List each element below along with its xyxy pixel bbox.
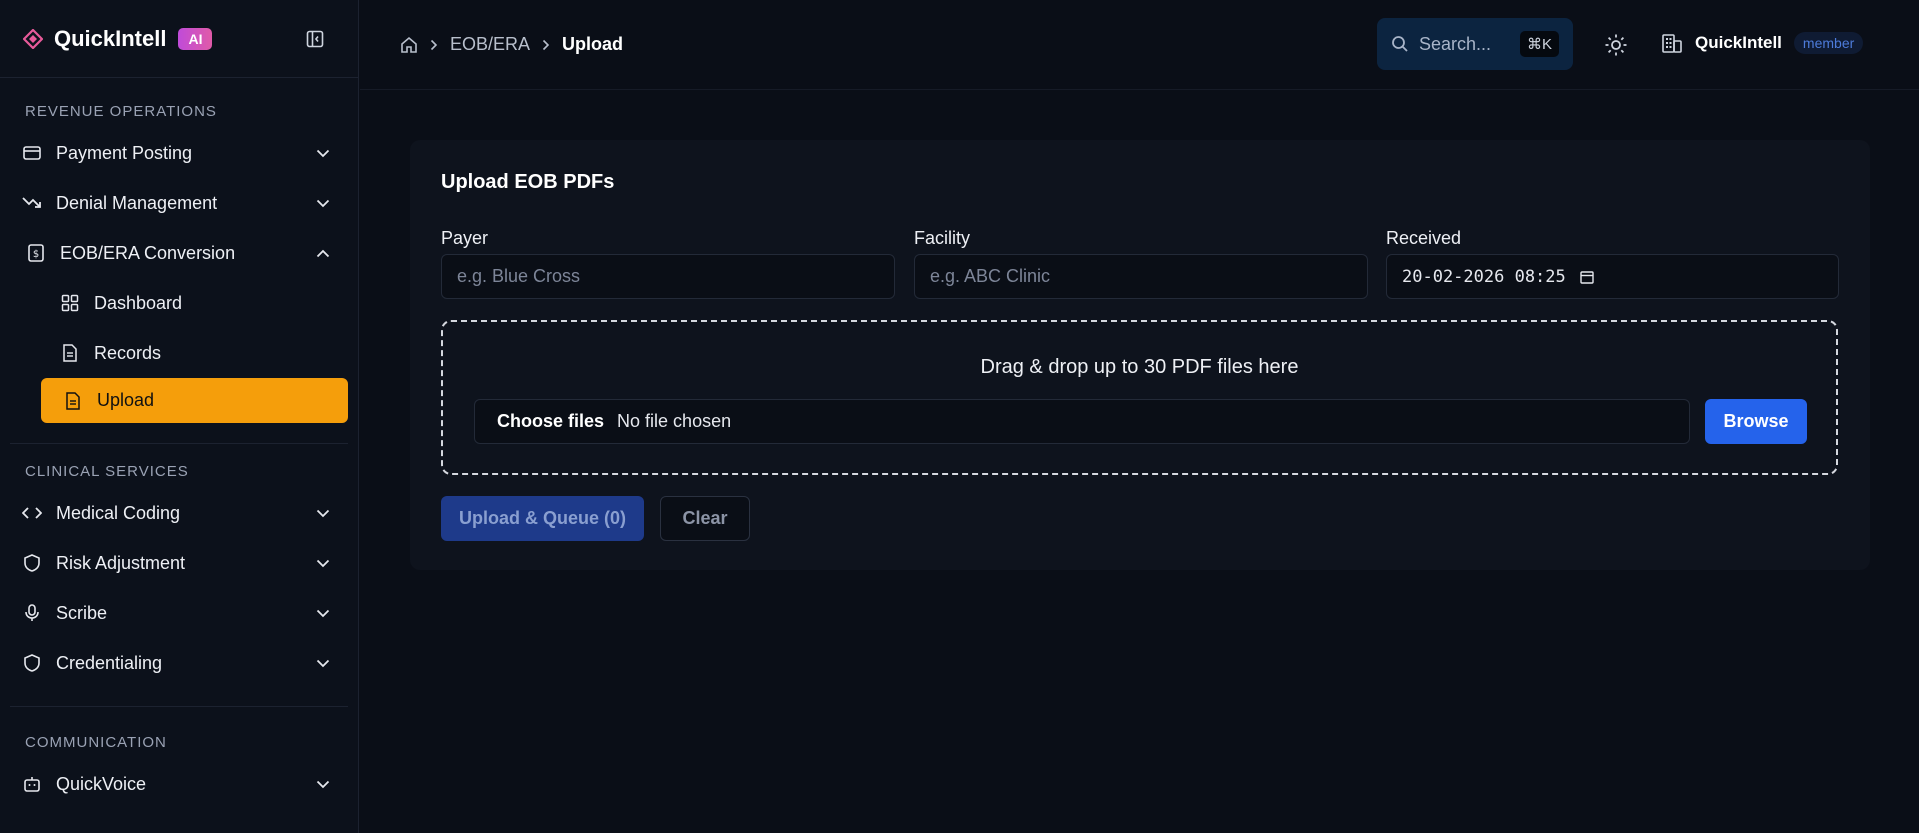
received-value: 20-02-2026 08:25 xyxy=(1402,266,1566,287)
chevron-right-icon xyxy=(430,39,438,51)
microphone-icon xyxy=(22,603,42,623)
facility-label: Facility xyxy=(914,228,971,248)
sidebar: QuickIntell AI REVENUE OPERATIONS Paymen… xyxy=(0,0,359,833)
sidebar-item-scribe[interactable]: Scribe xyxy=(0,588,358,638)
search-icon xyxy=(1391,35,1409,53)
shield-icon xyxy=(22,553,42,573)
received-label: Received xyxy=(1386,228,1462,248)
file-text-icon xyxy=(60,343,80,363)
sidebar-item-risk-adjustment[interactable]: Risk Adjustment xyxy=(0,538,358,588)
svg-text:$: $ xyxy=(33,249,39,260)
org-switcher[interactable]: QuickIntell member xyxy=(1661,32,1864,54)
chevron-down-icon xyxy=(314,654,332,672)
clear-button[interactable]: Clear xyxy=(660,496,750,541)
facility-input[interactable]: e.g. ABC Clinic xyxy=(914,254,1368,299)
section-title-clinical: CLINICAL SERVICES xyxy=(25,463,189,480)
breadcrumb: EOB/ERA Upload xyxy=(400,34,623,55)
sidebar-item-label: Scribe xyxy=(56,602,108,623)
sidebar-subitem-records[interactable]: Records xyxy=(0,328,358,378)
sidebar-item-label: QuickVoice xyxy=(56,773,147,794)
breadcrumb-current: Upload xyxy=(562,34,624,54)
top-bar: EOB/ERA Upload Search... ⌘K QuickIntell … xyxy=(360,0,1919,90)
sidebar-subitem-upload[interactable]: Upload xyxy=(41,378,348,423)
chevron-right-icon xyxy=(542,39,550,51)
choose-files-button[interactable]: Choose files xyxy=(497,411,604,432)
sidebar-subitem-label: Upload xyxy=(97,390,155,410)
building-icon xyxy=(1661,32,1683,54)
credit-card-icon xyxy=(22,143,42,163)
diamond-logo-icon xyxy=(22,28,44,50)
section-title-revenue: REVENUE OPERATIONS xyxy=(25,103,217,120)
sidebar-item-label: EOB/ERA Conversion xyxy=(60,242,236,263)
file-status: No file chosen xyxy=(617,411,732,431)
file-text-icon xyxy=(63,391,83,411)
sidebar-item-payment-posting[interactable]: Payment Posting xyxy=(0,128,358,178)
sidebar-item-medical-coding[interactable]: Medical Coding xyxy=(0,488,358,538)
sidebar-item-label: Medical Coding xyxy=(56,502,181,523)
payer-input[interactable]: e.g. Blue Cross xyxy=(441,254,895,299)
browse-button[interactable]: Browse xyxy=(1705,399,1807,444)
file-dropzone[interactable]: Drag & drop up to 30 PDF files here Choo… xyxy=(441,320,1838,475)
sidebar-item-quickvoice[interactable]: QuickVoice xyxy=(0,759,358,809)
sun-icon[interactable] xyxy=(1603,32,1629,58)
brand-name: QuickIntell xyxy=(54,25,167,51)
chevron-down-icon xyxy=(314,775,332,793)
chevron-down-icon xyxy=(314,504,332,522)
upload-card: Upload EOB PDFs Payer e.g. Blue Cross Fa… xyxy=(410,140,1870,570)
breadcrumb-link-eob-era[interactable]: EOB/ERA xyxy=(450,34,530,55)
dollar-file-icon: $ xyxy=(26,243,46,263)
sidebar-subitem-dashboard[interactable]: Dashboard xyxy=(0,278,358,328)
chevron-down-icon xyxy=(314,194,332,212)
sidebar-item-label: Risk Adjustment xyxy=(56,552,186,573)
sidebar-item-denial-management[interactable]: Denial Management xyxy=(0,178,358,228)
calendar-icon[interactable] xyxy=(1580,270,1594,284)
chevron-down-icon xyxy=(314,554,332,572)
upload-queue-button[interactable]: Upload & Queue (0) xyxy=(441,496,644,541)
sidebar-subitem-label: Dashboard xyxy=(94,292,183,313)
file-input[interactable]: Choose files No file chosen xyxy=(474,399,1690,444)
search-placeholder: Search... xyxy=(1419,33,1492,54)
received-datetime-input[interactable]: 20-02-2026 08:25 xyxy=(1386,254,1839,299)
bot-icon xyxy=(22,774,42,794)
section-title-communication: COMMUNICATION xyxy=(25,734,167,751)
sidebar-item-label: Payment Posting xyxy=(56,142,193,163)
sidebar-item-credentialing[interactable]: Credentialing xyxy=(0,638,358,688)
layout-grid-icon xyxy=(60,293,80,313)
ai-badge: AI xyxy=(178,27,213,50)
search-box[interactable]: Search... ⌘K xyxy=(1377,18,1573,70)
trending-down-icon xyxy=(22,193,42,213)
card-title: Upload EOB PDFs xyxy=(441,171,615,193)
shield-icon xyxy=(22,653,42,673)
brand-header: QuickIntell AI xyxy=(0,0,358,78)
home-icon[interactable] xyxy=(400,36,418,54)
dropzone-text: Drag & drop up to 30 PDF files here xyxy=(980,356,1299,378)
sidebar-item-label: Denial Management xyxy=(56,192,218,213)
role-badge: member xyxy=(1793,32,1864,54)
chevron-down-icon xyxy=(314,144,332,162)
payer-label: Payer xyxy=(441,228,489,248)
sidebar-item-eob-era-conversion[interactable]: $ EOB/ERA Conversion xyxy=(0,228,358,278)
code-icon xyxy=(22,503,42,523)
chevron-up-icon xyxy=(314,244,332,262)
org-name: QuickIntell xyxy=(1695,33,1782,52)
sidebar-subitem-label: Records xyxy=(94,342,162,363)
sidebar-collapse-icon[interactable] xyxy=(304,28,326,50)
search-shortcut: ⌘K xyxy=(1519,31,1559,57)
sidebar-item-label: Credentialing xyxy=(56,652,163,673)
chevron-down-icon xyxy=(314,604,332,622)
